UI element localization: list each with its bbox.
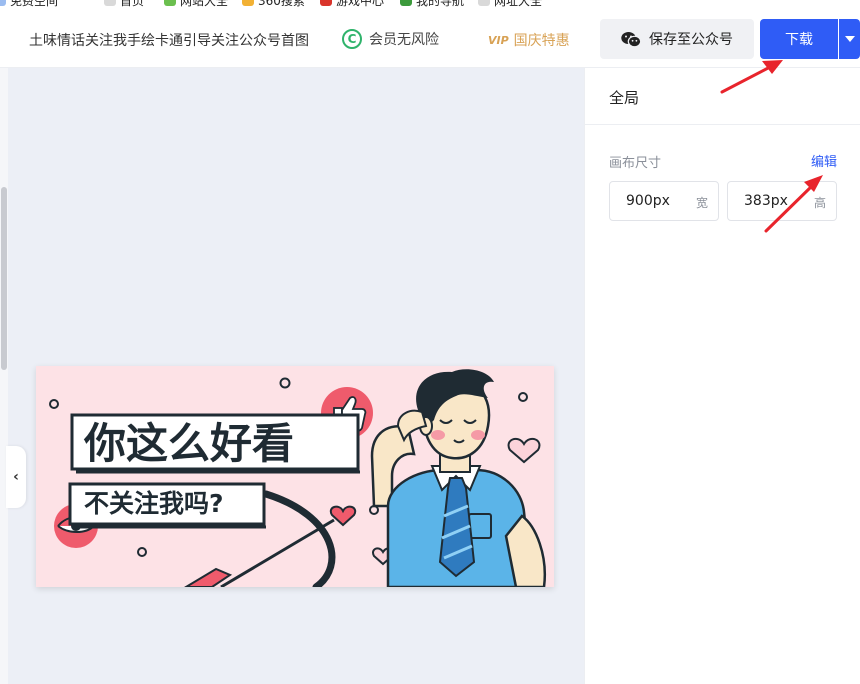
bookmark-icon — [0, 0, 6, 6]
bookmark-item[interactable]: 我的导航 — [400, 0, 464, 8]
national-day-promo[interactable]: VIP 国庆特惠 — [488, 30, 570, 50]
canvas-width-unit: 宽 — [695, 196, 708, 210]
vip-icon: VIP — [488, 33, 509, 47]
panel-title: 全局 — [609, 89, 640, 107]
member-no-risk-label: 会员无风险 — [369, 32, 439, 48]
bookmark-icon — [242, 0, 254, 6]
download-label: 下载 — [785, 32, 813, 48]
save-to-wechat-label: 保存至公众号 — [649, 32, 733, 48]
bookmark-icon — [478, 0, 490, 6]
collapse-left-panel-button[interactable]: ‹ — [6, 446, 26, 508]
editor-header: 土味情话关注我手绘卡通引导关注公众号首图 C 会员无风险 VIP 国庆特惠 保存… — [0, 10, 860, 68]
save-to-wechat-button[interactable]: 保存至公众号 — [600, 19, 754, 59]
bookmark-icon — [320, 0, 332, 6]
bookmark-item[interactable]: 网址大全 — [478, 0, 542, 8]
bookmark-item[interactable]: 360搜索 — [242, 0, 305, 8]
bookmark-icon — [104, 0, 116, 6]
member-no-risk[interactable]: C 会员无风险 — [342, 29, 439, 49]
wechat-icon — [621, 31, 641, 47]
copyright-circle-icon: C — [342, 29, 362, 49]
caret-down-icon — [844, 36, 855, 42]
left-panel-edge — [0, 68, 8, 684]
download-button[interactable]: 下载 — [760, 19, 838, 59]
banner-headline: 你这么好看 — [83, 419, 294, 468]
canvas-width-value: 900px — [626, 193, 670, 209]
download-options-dropdown[interactable] — [839, 19, 860, 59]
banner-subline: 不关注我吗? — [84, 489, 224, 518]
properties-panel: 全局 画布尺寸 编辑 900px 宽 383px 高 — [584, 68, 860, 684]
bookmark-icon — [164, 0, 176, 6]
vertical-scrollbar[interactable] — [1, 187, 7, 370]
bookmark-item[interactable]: 免费空间 — [0, 0, 58, 8]
chevron-left-icon: ‹ — [13, 469, 19, 485]
canvas-width-field[interactable]: 900px 宽 — [609, 181, 719, 221]
canvas-height-field[interactable]: 383px 高 — [727, 181, 837, 221]
design-canvas[interactable]: 你这么好看 不关注我吗? — [36, 366, 554, 587]
bookmarks-bar: 免费空间 首页 网站大全 360搜索 游戏中心 我的导航 网址大全 — [0, 0, 860, 10]
banner-illustration: 你这么好看 不关注我吗? — [49, 369, 547, 587]
document-title[interactable]: 土味情话关注我手绘卡通引导关注公众号首图 — [29, 30, 309, 50]
bookmark-icon — [400, 0, 412, 6]
canvas-size-label: 画布尺寸 — [609, 156, 662, 171]
bookmark-item[interactable]: 游戏中心 — [320, 0, 384, 8]
promo-label: 国庆特惠 — [513, 33, 570, 49]
canvas-height-value: 383px — [744, 193, 788, 209]
edit-canvas-size-link[interactable]: 编辑 — [811, 151, 837, 170]
panel-divider — [585, 124, 860, 125]
bookmark-item[interactable]: 网站大全 — [164, 0, 228, 8]
canvas-height-unit: 高 — [813, 196, 826, 210]
bookmark-item[interactable]: 首页 — [104, 0, 144, 8]
